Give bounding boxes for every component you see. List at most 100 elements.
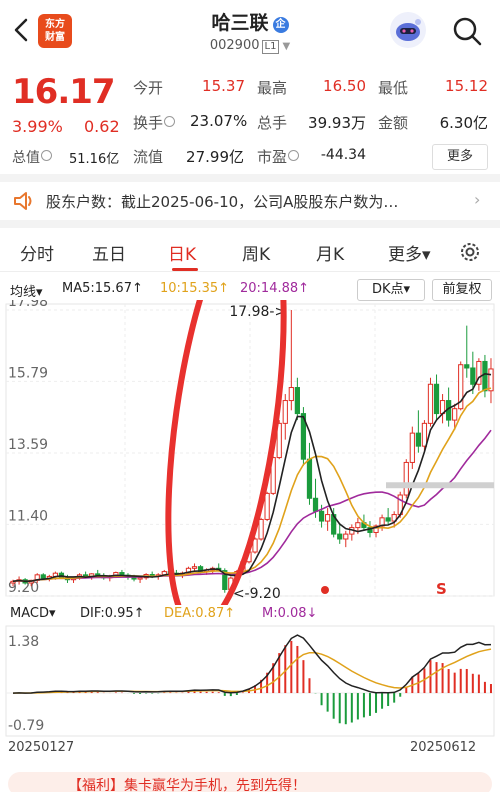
float-label: 流值 [133, 148, 164, 166]
reference-band [386, 482, 494, 489]
high-value: 16.50 [323, 77, 366, 95]
candle-body [403, 461, 409, 496]
buy-point-marker [321, 586, 329, 594]
pe-value: -44.34 [320, 147, 366, 163]
candle-body [427, 383, 434, 424]
volume-label: 总手 [257, 114, 288, 132]
low-value: 15.12 [445, 77, 488, 95]
info-face-icon[interactable] [288, 150, 300, 161]
mcap-label: 总值 [12, 147, 53, 167]
y-tick-label: 15.79 [8, 365, 48, 381]
ma-indicator-bar: 均线▾ MA5:15.67↑ 10:15.35↑ 20:14.88↑ [0, 279, 500, 301]
tab-five-day[interactable]: 五日 [92, 240, 126, 265]
candle-body [288, 387, 294, 402]
candle-body [337, 533, 343, 540]
open-value: 15.37 [202, 77, 245, 95]
candle-body [421, 422, 428, 447]
macd-ymax-label: 1.38 [8, 634, 39, 650]
candle-body [137, 577, 143, 580]
candle-body [258, 518, 264, 540]
candle-body [409, 432, 415, 463]
promo-banner[interactable]: 【福利】集卡赢华为手机，先到先得！ [8, 772, 492, 792]
notice-text: 股东户数：截止2025-06-10，公司A股股东户数为… [46, 193, 399, 211]
ma20-value: 20:14.88↑ [240, 281, 310, 296]
candlestick-chart[interactable]: 17.9815.7913.5911.409.2017.98-><-9.20 S [0, 300, 500, 605]
macd-indicator-bar: MACD▾ DIF:0.95↑ DEA:0.87↑ M:0.08↓ [0, 604, 500, 626]
date-end: 20250612 [410, 740, 477, 755]
candle-body [318, 510, 325, 522]
turnover-label-text: 换手 [133, 114, 164, 132]
caret-down-icon: ▼ [282, 41, 291, 52]
low-annotation: <-9.20 [233, 586, 281, 602]
candle-body [306, 458, 313, 499]
change-amount: 0.62 [84, 117, 120, 136]
mcap-label-text: 总值 [12, 150, 40, 166]
candle-body [470, 367, 476, 385]
amount-value: 6.30亿 [439, 114, 488, 132]
more-quote-button[interactable]: 更多 [432, 144, 488, 170]
candle-body [343, 533, 349, 540]
pe-label: 市盈 [257, 146, 300, 167]
candle-body [452, 408, 458, 421]
candle-body [40, 574, 46, 579]
mcap-value: 51.16亿 [69, 152, 120, 167]
tab-intraday[interactable]: 分时 [20, 240, 54, 265]
candle-body [488, 368, 494, 392]
ma10-value: 10:15.35↑ [160, 281, 230, 296]
ma-type-select[interactable]: 均线▾ [10, 281, 43, 300]
open-label: 今开 [133, 79, 164, 97]
high-annotation: 17.98-> [229, 304, 286, 320]
turnover-label: 换手 [133, 112, 176, 133]
search-icon[interactable] [450, 14, 484, 48]
ma5-value: MA5:15.67↑ [62, 281, 143, 296]
volume-value: 39.93万 [308, 114, 366, 132]
dea-value: DEA:0.87↑ [164, 606, 236, 621]
macd-chart[interactable]: 1.38 -0.79 [0, 624, 500, 740]
date-start: 20250127 [8, 740, 75, 755]
pe-label-text: 市盈 [257, 148, 288, 166]
stock-name: 哈三联 [211, 12, 269, 34]
robot-assistant-icon[interactable] [390, 12, 426, 48]
sell-signal-marker: S [436, 580, 447, 598]
low-label: 最低 [378, 79, 409, 97]
candle-body [282, 400, 288, 424]
dif-value: DIF:0.95↑ [80, 606, 145, 621]
macd-select[interactable]: MACD▾ [10, 606, 56, 621]
tab-weekly-k[interactable]: 周K [242, 240, 270, 265]
info-face-icon[interactable] [41, 150, 52, 161]
divider [0, 220, 500, 228]
turnover-value: 23.07% [190, 112, 248, 130]
m-value: M:0.08↓ [262, 606, 318, 621]
candle-body [415, 432, 421, 447]
stock-code-row[interactable]: 002900 L1 ▼ [0, 38, 500, 54]
candle-body [191, 566, 198, 569]
candle-body [385, 517, 391, 522]
candle-body [325, 514, 331, 522]
change-percent: 3.99% [12, 117, 63, 136]
tab-monthly-k[interactable]: 月K [316, 240, 344, 265]
candle-body [464, 364, 470, 369]
header: 东方 财富 哈三联企 002900 L1 ▼ [0, 0, 500, 60]
settings-gear-icon[interactable] [458, 240, 482, 264]
dk-point-select[interactable]: DK点▾ [357, 279, 425, 301]
float-value: 27.99亿 [186, 148, 244, 166]
candle-body [312, 497, 319, 512]
tab-more[interactable]: 更多▾ [388, 240, 431, 265]
info-face-icon[interactable] [164, 116, 176, 127]
y-tick-label: 11.40 [8, 508, 48, 524]
amount-label: 金额 [378, 114, 409, 132]
active-tab-indicator [172, 268, 198, 271]
enterprise-badge: 企 [272, 17, 289, 33]
candle-body [355, 522, 361, 529]
candle-body [264, 492, 270, 520]
candle-body [433, 383, 440, 415]
y-tick-label: 17.98 [8, 300, 48, 310]
y-tick-label: 13.59 [8, 437, 48, 453]
tab-daily-k[interactable]: 日K [168, 240, 196, 265]
shareholder-notice[interactable]: 股东户数：截止2025-06-10，公司A股股东户数为… › [0, 182, 500, 220]
adjust-select[interactable]: 前复权 [432, 279, 492, 301]
candle-body [482, 360, 488, 392]
chevron-right-icon: › [474, 190, 481, 209]
level-badge: L1 [261, 40, 280, 54]
high-label: 最高 [257, 79, 288, 97]
